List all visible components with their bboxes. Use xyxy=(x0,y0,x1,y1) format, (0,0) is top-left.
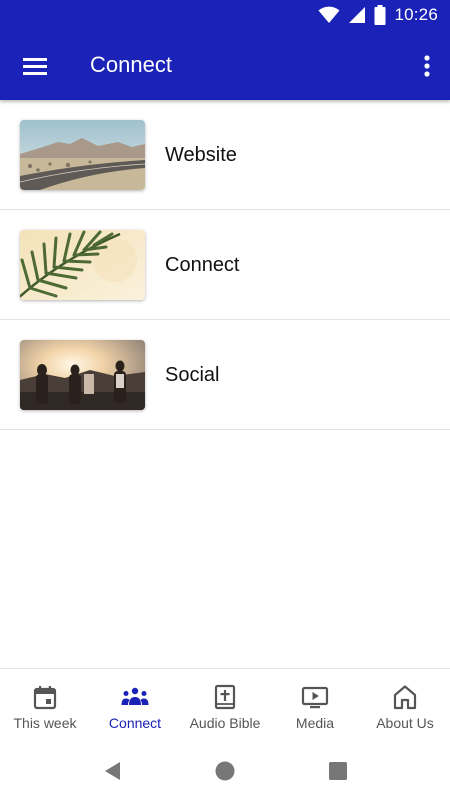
nav-item-about-us[interactable]: About Us xyxy=(360,669,450,741)
nav-label: About Us xyxy=(376,715,434,731)
nav-label: Connect xyxy=(108,715,162,731)
list-item-website[interactable]: Website xyxy=(0,100,450,210)
menu-button[interactable] xyxy=(18,50,52,84)
hamburger-menu-icon xyxy=(23,58,47,75)
connect-list: Website Connect Social xyxy=(0,100,450,430)
list-item-label: Website xyxy=(165,144,237,166)
list-item-social[interactable]: Social xyxy=(0,320,450,430)
back-icon[interactable] xyxy=(102,760,124,782)
nav-item-media[interactable]: Media xyxy=(270,669,360,741)
signal-icon xyxy=(349,7,366,23)
nav-label: Audio Bible xyxy=(189,715,261,731)
list-item-label: Social xyxy=(165,364,220,386)
list-item-label: Connect xyxy=(165,254,240,276)
website-thumbnail xyxy=(20,120,145,190)
home-circle-icon[interactable] xyxy=(214,760,236,782)
list-item-connect[interactable]: Connect xyxy=(0,210,450,320)
connect-thumbnail xyxy=(20,230,145,300)
more-options-button[interactable] xyxy=(418,50,436,84)
more-vert-icon xyxy=(424,55,430,77)
video-icon xyxy=(301,686,329,709)
nav-label: This week xyxy=(13,715,77,731)
calendar-icon xyxy=(33,686,57,710)
people-group-icon xyxy=(121,687,149,705)
home-icon xyxy=(393,685,417,710)
status-time: 10:26 xyxy=(394,5,438,24)
nav-item-connect[interactable]: Connect xyxy=(90,669,180,741)
nav-item-this-week[interactable]: This week xyxy=(0,669,90,741)
battery-icon xyxy=(374,5,386,25)
nav-label: Media xyxy=(295,715,335,731)
status-icons: 10:26 xyxy=(318,5,438,25)
system-navigation-bar xyxy=(0,740,450,800)
recents-icon[interactable] xyxy=(327,760,349,782)
bottom-navigation: This week Connect Audio Bible Media Abou… xyxy=(0,668,450,741)
social-thumbnail xyxy=(20,340,145,410)
nav-item-audio-bible[interactable]: Audio Bible xyxy=(180,669,270,741)
page-title: Connect xyxy=(90,52,172,77)
app-bar: Connect xyxy=(0,32,450,100)
wifi-icon xyxy=(318,6,340,23)
bible-icon xyxy=(214,684,236,710)
status-bar: 10:26 xyxy=(0,0,450,32)
